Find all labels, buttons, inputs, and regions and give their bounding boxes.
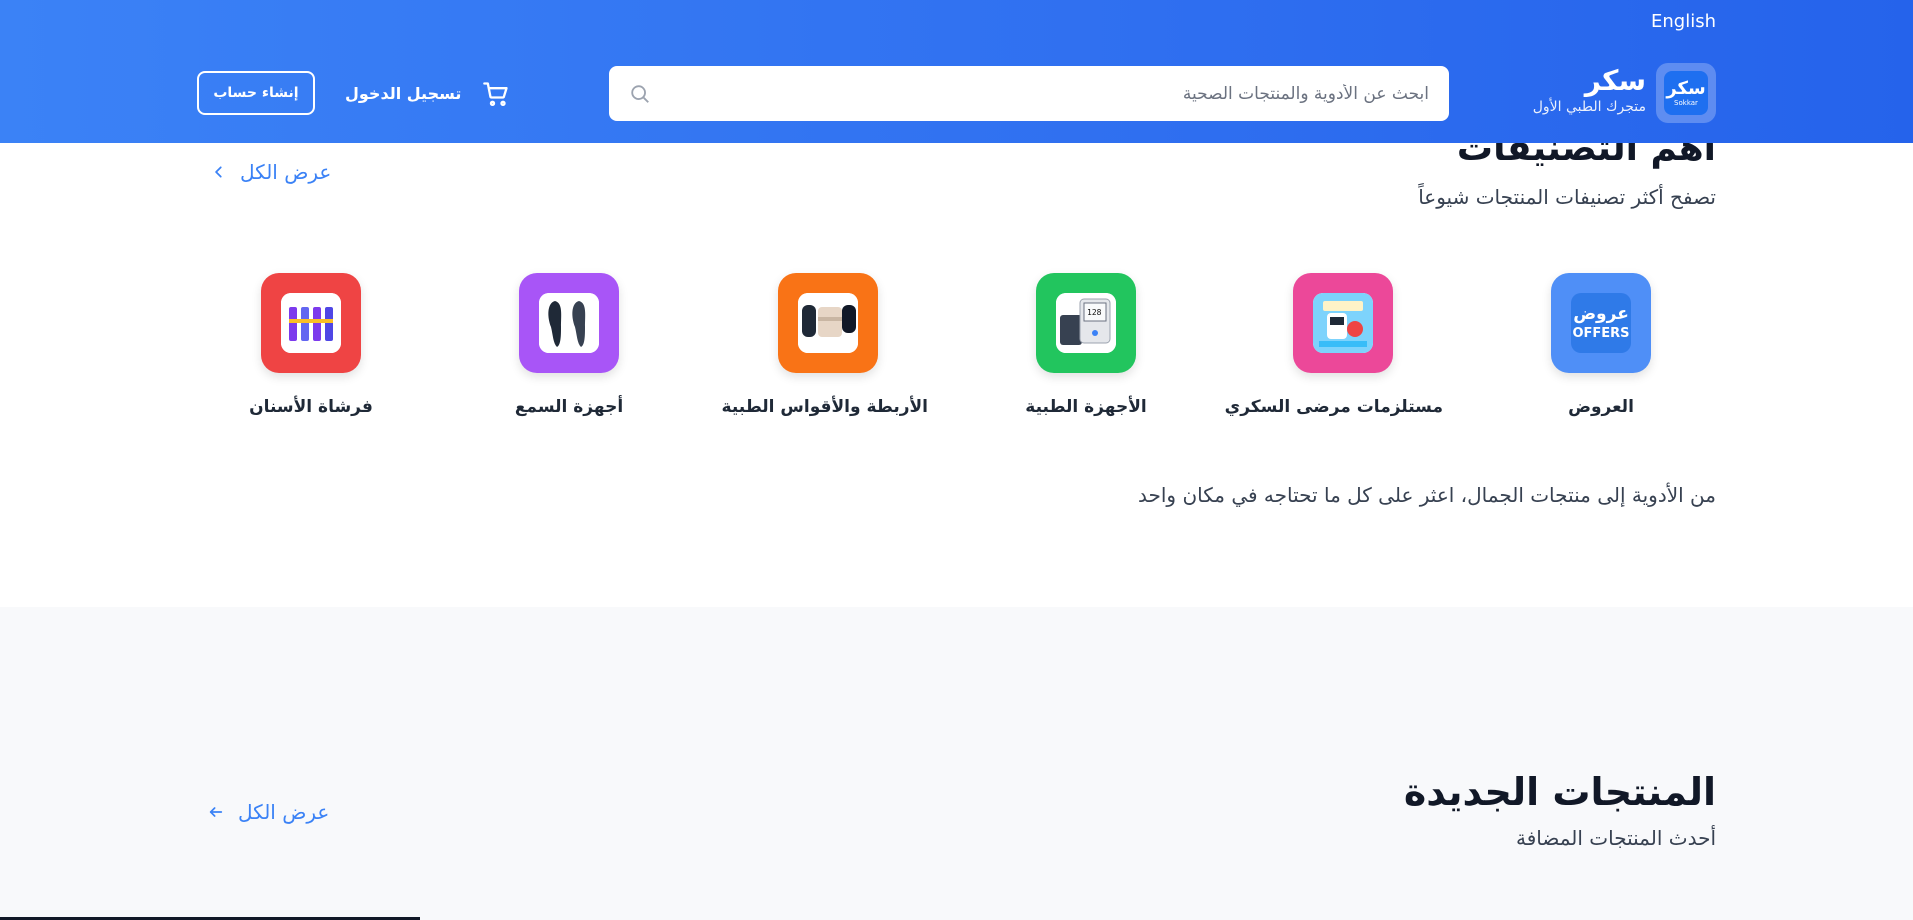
category-label: العروض <box>1568 397 1634 417</box>
new-products-section <box>0 607 1913 920</box>
category-medical-devices[interactable]: 128 الأجهزة الطبية <box>986 273 1186 417</box>
view-all-label: عرض الكل <box>240 160 332 184</box>
category-tile <box>261 273 361 373</box>
category-tile <box>519 273 619 373</box>
category-tile <box>1293 273 1393 373</box>
category-tile: 128 <box>1036 273 1136 373</box>
category-tile <box>778 273 878 373</box>
svg-text:128: 128 <box>1087 308 1102 317</box>
categories-subtitle: تصفح أكثر تصنيفات المنتجات شيوعاً <box>1418 185 1716 209</box>
category-label: فرشاة الأسنان <box>249 397 373 417</box>
logo-text: سكر <box>1666 77 1706 99</box>
arrow-left-icon <box>209 807 223 817</box>
logo-subtext: Sokkar <box>1674 98 1698 107</box>
category-tile: عروض OFFERS <box>1551 273 1651 373</box>
login-link[interactable]: تسجيل الدخول <box>345 84 461 103</box>
offers-image-text-en: OFFERS <box>1572 326 1630 341</box>
new-products-view-all[interactable]: عرض الكل <box>208 800 329 824</box>
toothbrush-image <box>281 293 341 353</box>
view-all-label: عرض الكل <box>238 800 330 824</box>
logo-mark: سكر Sokkar <box>1664 71 1708 115</box>
braces-image <box>798 293 858 353</box>
search-bar <box>609 66 1449 121</box>
categories-tagline: من الأدوية إلى منتجات الجمال، اعثر على ك… <box>1138 483 1716 507</box>
signup-button[interactable]: إنشاء حساب <box>197 71 315 115</box>
search-input[interactable] <box>609 66 1449 121</box>
site-header: English سكر Sokkar سكر متجرك الطبي الأول… <box>0 0 1913 143</box>
glucose-meter-image <box>1313 293 1373 353</box>
category-label: الأربطة والأقواس الطبية <box>721 397 928 417</box>
categories-view-all[interactable]: عرض الكل <box>212 160 331 184</box>
brand-tagline: متجرك الطبي الأول <box>1532 98 1646 115</box>
new-products-title: المنتجات الجديدة <box>1403 770 1716 814</box>
blood-pressure-monitor-image: 128 <box>1056 293 1116 353</box>
chevron-left-icon <box>215 166 222 178</box>
category-label: أجهزة السمع <box>514 397 624 417</box>
logo[interactable]: سكر Sokkar <box>1656 63 1716 123</box>
category-medical-braces[interactable]: الأربطة والأقواس الطبية <box>721 273 928 417</box>
brand: سكر متجرك الطبي الأول <box>1532 64 1646 115</box>
language-switch[interactable]: English <box>1651 11 1716 32</box>
category-toothbrushes[interactable]: فرشاة الأسنان <box>211 273 411 417</box>
category-offers[interactable]: عروض OFFERS العروض <box>1501 273 1701 417</box>
cart-icon[interactable] <box>482 80 510 108</box>
category-label: مستلزمات مرضى السكري <box>1224 397 1443 417</box>
new-products-subtitle: أحدث المنتجات المضافة <box>1515 826 1716 850</box>
brand-name: سكر <box>1584 64 1646 97</box>
hearing-aid-image <box>539 293 599 353</box>
search-icon[interactable] <box>629 83 651 105</box>
offers-image-text-ar: عروض <box>1573 304 1629 324</box>
category-diabetes-supplies[interactable]: مستلزمات مرضى السكري <box>1224 273 1443 417</box>
category-hearing-aids[interactable]: أجهزة السمع <box>469 273 669 417</box>
offers-image: عروض OFFERS <box>1571 293 1631 353</box>
category-label: الأجهزة الطبية <box>1025 397 1147 417</box>
